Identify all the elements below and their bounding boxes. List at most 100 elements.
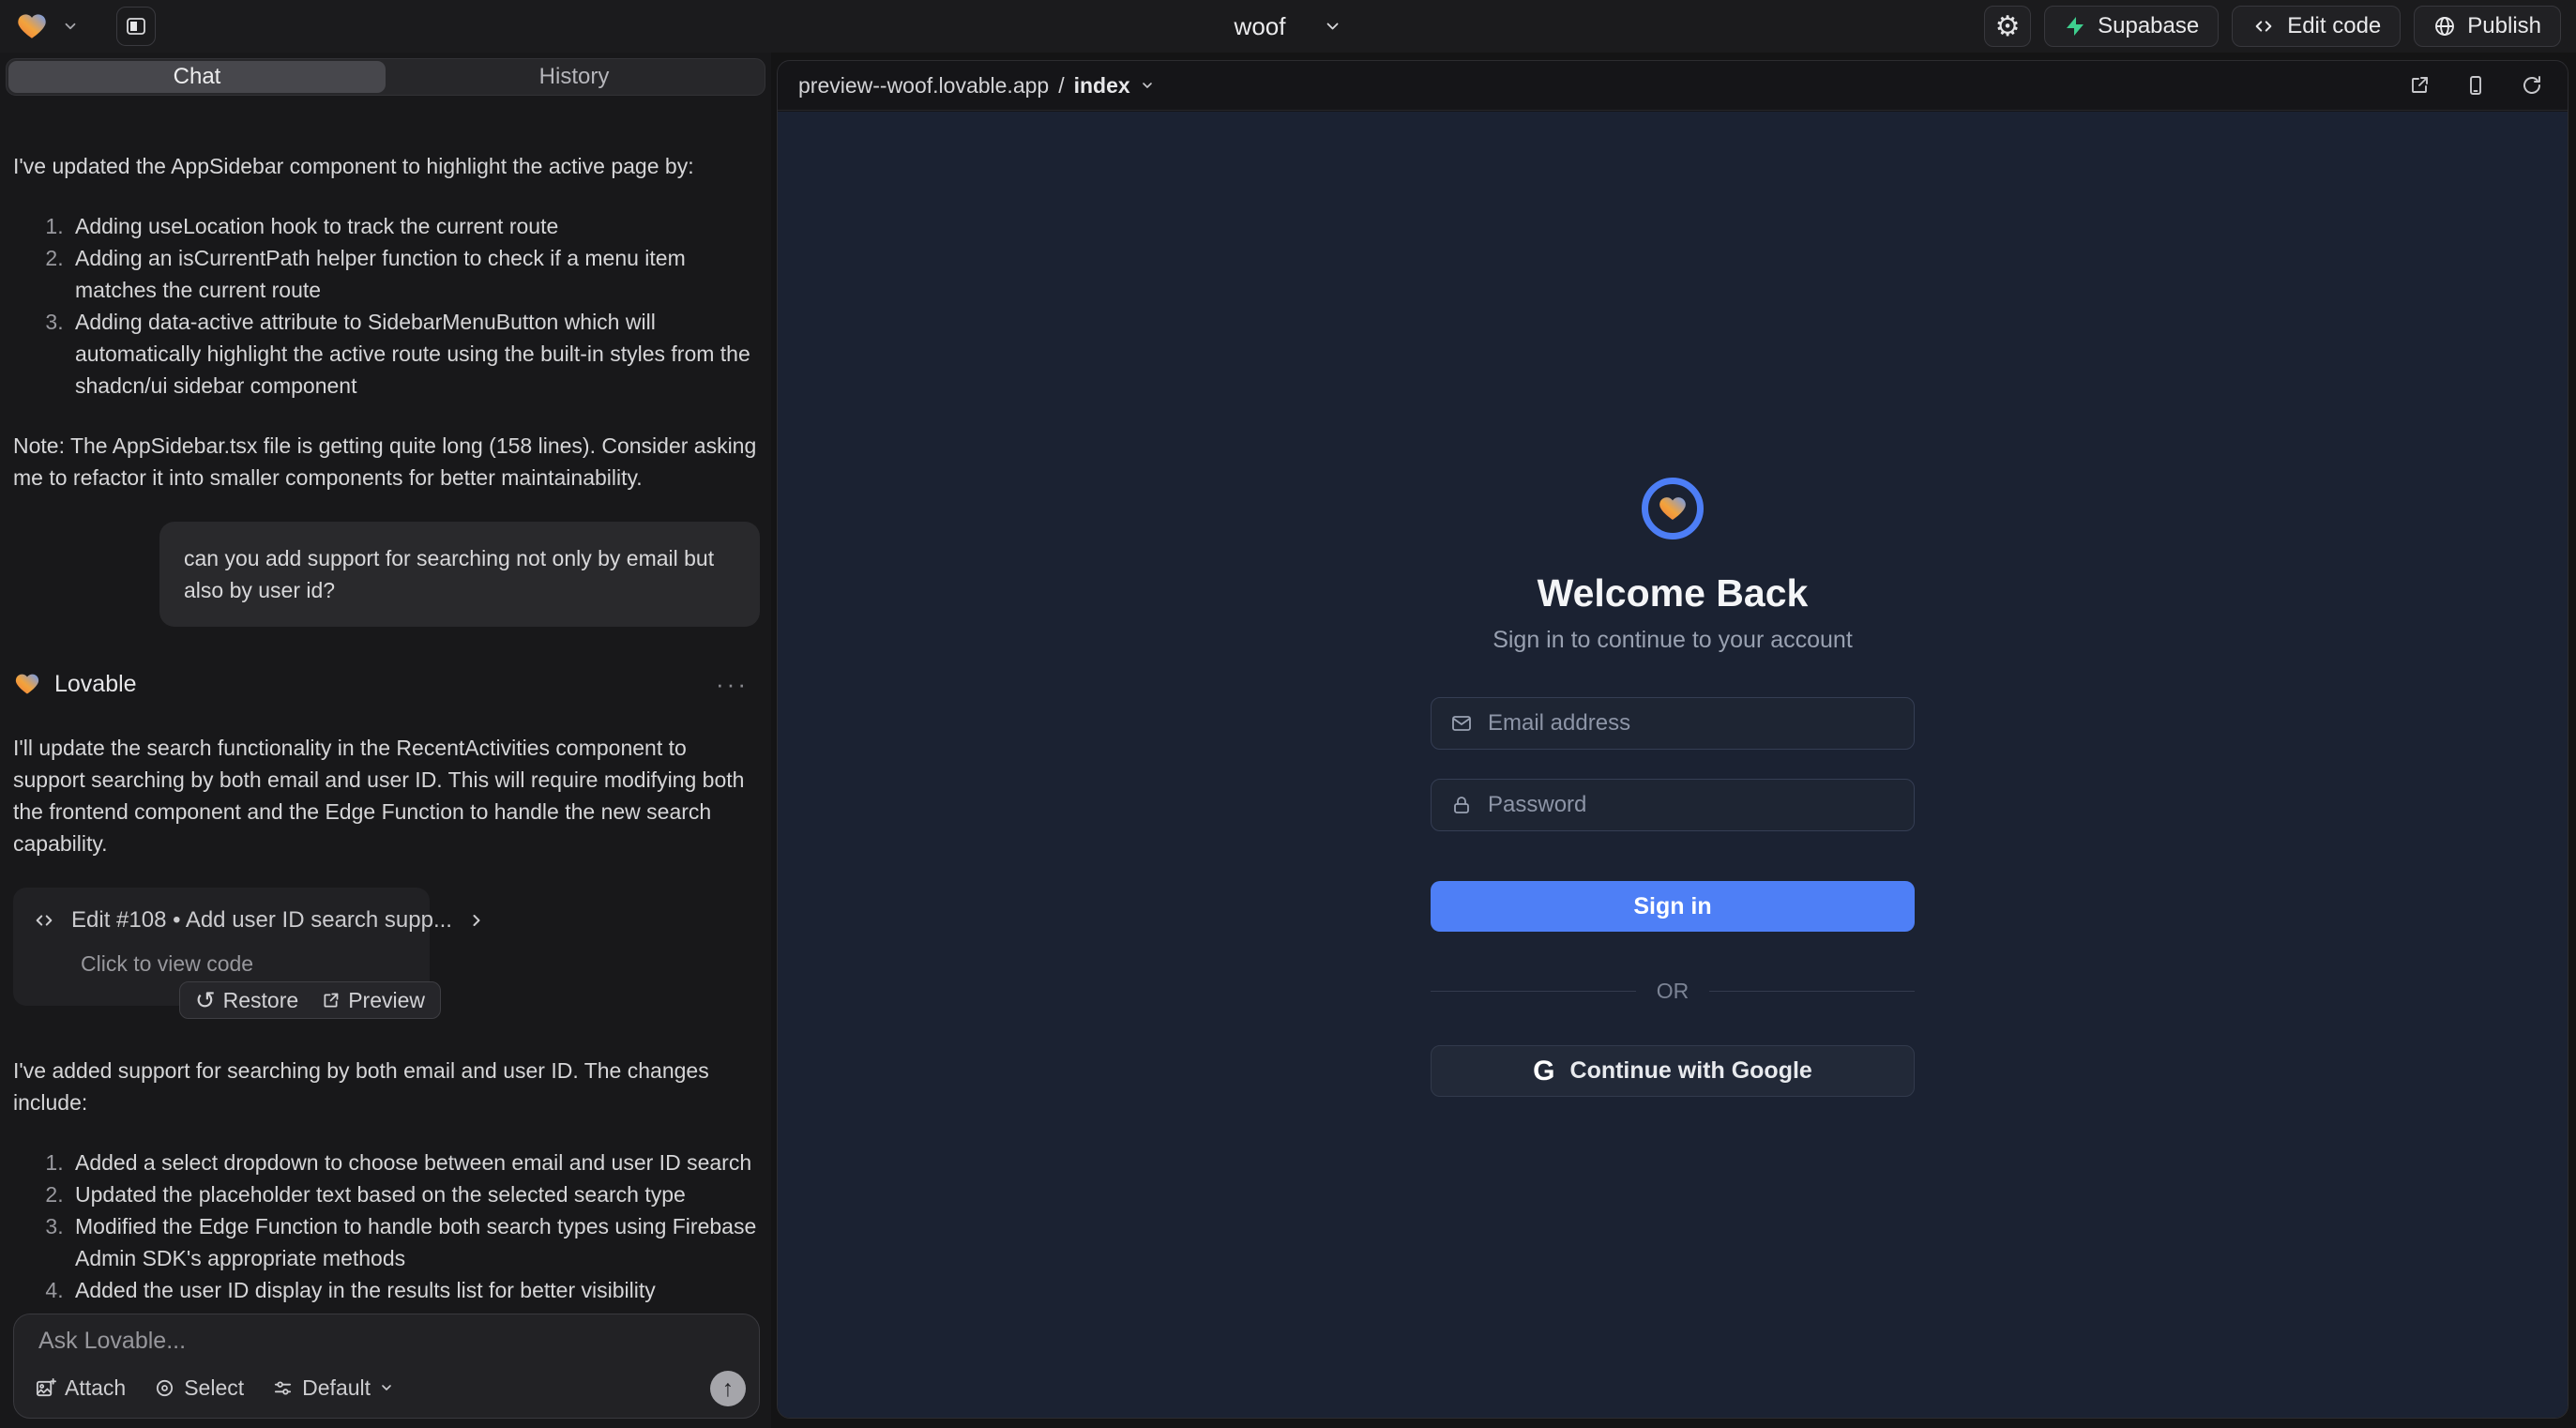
chevron-down-icon[interactable] [62,18,79,35]
code-brackets-icon [32,910,56,931]
edit-card-title: Edit #108 • Add user ID search supp... [71,904,452,936]
lock-icon [1450,794,1473,816]
chat-messages[interactable]: I've updated the AppSidebar component to… [13,150,760,1304]
assistant-paragraph: I've updated the AppSidebar component to… [13,150,760,182]
attach-label: Attach [65,1375,126,1401]
assistant-name: Lovable [54,668,137,700]
chat-panel: Chat History I've updated the AppSidebar… [0,53,771,1428]
chat-history-tabs: Chat History [6,58,765,96]
sign-in-button[interactable]: Sign in [1431,881,1915,932]
preview-url: preview--woof.lovable.app [798,73,1049,99]
mode-selector[interactable]: Default [272,1375,394,1401]
or-divider: OR [1431,979,1915,1004]
divider-line [1709,991,1915,992]
url-path-separator: / [1058,73,1064,99]
code-brackets-icon [2251,16,2276,37]
restore-button[interactable]: ↺ Restore [195,984,298,1016]
gear-icon: ⚙ [1995,10,2021,43]
assistant-paragraph: I'll update the search functionality in … [13,732,760,859]
attach-image-icon [35,1377,56,1399]
select-button[interactable]: Select [154,1375,244,1401]
heart-icon [1657,494,1689,524]
edit-card-subtitle: Click to view code [81,948,409,980]
settings-button[interactable]: ⚙ [1984,6,2031,47]
refresh-button[interactable] [2521,74,2543,97]
divider-line [1431,991,1636,992]
assistant-paragraph: I've added support for searching by both… [13,1055,760,1118]
lovable-heart-avatar [13,671,41,697]
supabase-bolt-icon [2064,15,2086,38]
list-item: Added a select dropdown to choose betwee… [69,1147,760,1178]
app-logo [1642,478,1704,539]
lovable-heart-logo[interactable] [15,10,49,42]
list-item: Updated the placeholder text based on th… [69,1178,760,1210]
list-item: Adding data-active attribute to SidebarM… [69,306,760,402]
project-switcher[interactable]: woof [1235,0,1342,53]
tab-chat[interactable]: Chat [8,61,386,93]
google-g-icon: G [1533,1056,1554,1087]
preview-pane: preview--woof.lovable.app / index [777,60,2568,1419]
auth-card: Welcome Back Sign in to continue to your… [1431,478,1915,1097]
send-button[interactable]: ↑ [710,1371,746,1406]
chat-input[interactable] [38,1328,674,1369]
user-message-bubble: can you add support for searching not on… [159,522,760,627]
preview-url-selector[interactable]: preview--woof.lovable.app / index [798,73,1155,99]
external-link-icon [2408,74,2431,97]
assistant-header: Lovable ··· [13,668,760,700]
google-button-label: Continue with Google [1570,1057,1812,1085]
globe-icon [2433,15,2456,38]
preview-label: Preview [348,984,425,1016]
composer-toolbar: Attach Select Default [35,1367,693,1408]
supabase-label: Supabase [2098,13,2199,39]
select-label: Select [184,1375,244,1401]
edit-card-wrap: Edit #108 • Add user ID search supp... C… [13,888,430,1006]
preview-path: index [1074,73,1130,99]
chevron-right-icon [467,911,486,930]
preview-button[interactable]: Preview [321,984,425,1016]
supabase-button[interactable]: Supabase [2044,6,2219,47]
publish-button[interactable]: Publish [2414,6,2561,47]
password-field [1431,779,1915,831]
attach-button[interactable]: Attach [35,1375,126,1401]
restore-preview-bar: ↺ Restore Preview [179,981,441,1019]
password-input[interactable] [1488,792,1895,818]
edit-code-label: Edit code [2287,13,2381,39]
mobile-view-button[interactable] [2464,74,2487,97]
preview-app-canvas: Welcome Back Sign in to continue to your… [778,112,2568,1418]
chevron-down-icon [1323,17,1341,36]
preview-toolbar: preview--woof.lovable.app / index [778,61,2568,111]
topbar: woof ⚙ Supabase Edit code Publish [0,0,2576,53]
tab-history[interactable]: History [386,61,763,93]
assistant-note: Note: The AppSidebar.tsx file is getting… [13,430,760,494]
page-title: Welcome Back [1538,571,1809,615]
target-icon [154,1377,175,1399]
page-subtitle: Sign in to continue to your account [1493,627,1853,654]
assistant-list: Adding useLocation hook to track the cur… [13,210,760,402]
restore-label: Restore [223,984,299,1016]
continue-with-google-button[interactable]: G Continue with Google [1431,1045,1915,1097]
list-item: Added the user ID display in the results… [69,1274,760,1304]
email-field [1431,697,1915,750]
refresh-icon [2521,74,2543,97]
list-item: Adding useLocation hook to track the cur… [69,210,760,242]
publish-label: Publish [2467,13,2541,39]
panel-left-icon [125,15,147,38]
more-menu-icon[interactable]: ··· [716,668,749,700]
arrow-up-icon: ↑ [722,1375,735,1403]
project-name: woof [1235,12,1286,41]
restore-icon: ↺ [195,984,216,1016]
sidebar-toggle-button[interactable] [116,7,156,46]
divider-label: OR [1657,979,1690,1004]
external-link-icon [321,991,341,1010]
composer: Attach Select Default ↑ [13,1314,760,1419]
chevron-down-icon [1140,78,1155,93]
envelope-icon [1450,712,1473,735]
email-input[interactable] [1488,710,1895,737]
open-in-new-tab-button[interactable] [2408,74,2431,97]
list-item: Modified the Edge Function to handle bot… [69,1210,760,1274]
edit-code-button[interactable]: Edit code [2232,6,2401,47]
chevron-down-icon [379,1380,394,1395]
topbar-actions: ⚙ Supabase Edit code Publish [1984,6,2561,47]
list-item: Adding an isCurrentPath helper function … [69,242,760,306]
sliders-icon [272,1377,294,1399]
